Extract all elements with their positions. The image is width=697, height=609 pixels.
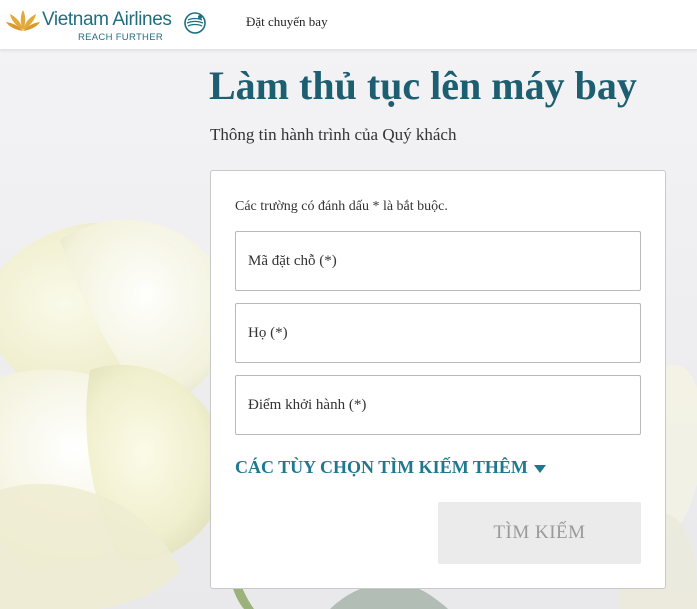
brand-tagline: REACH FURTHER: [78, 32, 164, 43]
booking-code-input[interactable]: [248, 232, 640, 290]
booking-code-field[interactable]: [235, 231, 641, 291]
top-header: Vietnam Airlines REACH FURTHER Đặt chuyế…: [0, 0, 697, 50]
vietnam-airlines-logo[interactable]: Vietnam Airlines REACH FURTHER: [6, 6, 206, 44]
lotus-logo-icon: [6, 8, 40, 39]
departure-field[interactable]: [235, 375, 641, 435]
search-button[interactable]: TÌM KIẾM: [438, 502, 641, 564]
nav-book-flight-link[interactable]: Đặt chuyến bay: [246, 14, 328, 30]
checkin-form-card: Các trường có đánh dấu * là bắt buộc. CÁ…: [210, 170, 666, 589]
more-search-options-label: CÁC TÙY CHỌN TÌM KIẾM THÊM: [235, 457, 528, 477]
page-title: Làm thủ tục lên máy bay: [209, 63, 637, 108]
required-fields-note: Các trường có đánh dấu * là bắt buộc.: [235, 199, 448, 214]
caret-down-icon: [533, 457, 546, 478]
more-search-options-toggle[interactable]: CÁC TÙY CHỌN TÌM KIẾM THÊM: [235, 457, 546, 478]
skyteam-icon: [183, 11, 207, 40]
brand-name: Vietnam Airlines: [42, 9, 172, 30]
last-name-field[interactable]: [235, 303, 641, 363]
page-subtitle: Thông tin hành trình của Quý khách: [210, 125, 457, 144]
departure-input[interactable]: [248, 376, 640, 434]
last-name-input[interactable]: [248, 304, 640, 362]
